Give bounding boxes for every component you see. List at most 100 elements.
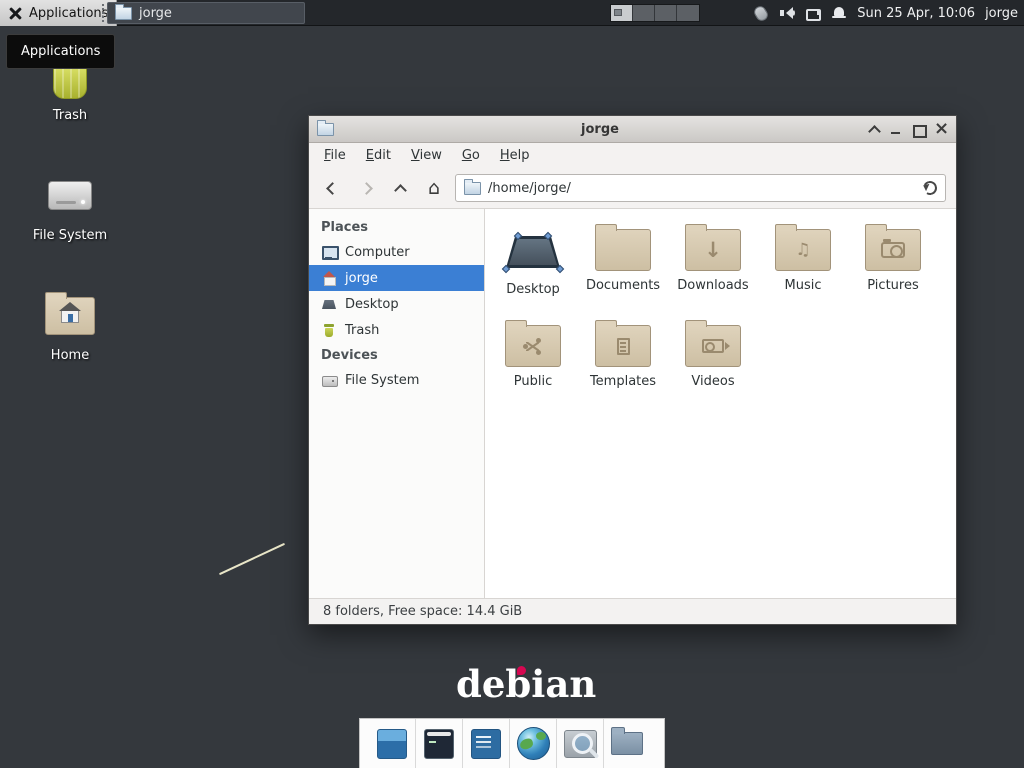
launcher-terminal[interactable] xyxy=(416,719,462,768)
workspace-4[interactable] xyxy=(677,5,699,21)
places-header: Places xyxy=(309,215,484,239)
minimize-button[interactable] xyxy=(888,121,904,137)
path-text: /home/jorge/ xyxy=(488,181,571,196)
applications-menu-label: Applications xyxy=(29,6,108,21)
applications-tooltip: Applications xyxy=(6,34,115,69)
projector-emblem-icon xyxy=(702,339,724,353)
user-desktop-icon xyxy=(503,229,563,275)
menu-help[interactable]: Help xyxy=(491,145,539,166)
window-icon xyxy=(377,729,407,759)
forward-icon xyxy=(360,182,373,195)
menu-bar: File Edit View Go Help xyxy=(309,143,956,168)
reload-button[interactable] xyxy=(921,179,938,196)
document-emblem-icon xyxy=(617,338,630,355)
workspace-3[interactable] xyxy=(655,5,677,21)
file-item-documents[interactable]: Documents xyxy=(578,221,668,317)
back-icon xyxy=(326,182,339,195)
back-button[interactable] xyxy=(319,175,345,201)
workspace-switcher xyxy=(610,4,700,22)
computer-icon xyxy=(321,244,337,260)
home-button[interactable]: ⌂ xyxy=(421,175,447,201)
camera-emblem-icon xyxy=(881,242,905,258)
launcher-web-browser[interactable] xyxy=(510,719,556,768)
folder-icon xyxy=(685,325,741,367)
bottom-dock xyxy=(359,718,665,768)
launcher-show-desktop[interactable] xyxy=(369,719,415,768)
battery-icon[interactable] xyxy=(805,5,821,21)
path-input[interactable]: /home/jorge/ xyxy=(455,174,946,202)
mouse-icon[interactable] xyxy=(752,3,770,22)
desktop-icon-label: Home xyxy=(51,348,89,363)
sidebar-item-jorge[interactable]: jorge xyxy=(309,265,484,291)
sidebar-item-desktop[interactable]: Desktop xyxy=(309,291,484,317)
window-icon xyxy=(317,123,334,136)
sidebar: Places Computer jorge Desktop Trash xyxy=(309,209,485,598)
launcher-console[interactable] xyxy=(463,719,509,768)
debian-swirl-icon xyxy=(517,666,526,675)
app-finder-icon xyxy=(564,730,597,758)
file-manager-icon xyxy=(611,732,643,755)
stray-line xyxy=(219,543,285,575)
drive-icon xyxy=(47,179,93,213)
folder-icon: ↓ xyxy=(685,229,741,271)
desktop-icon xyxy=(321,296,337,312)
up-icon xyxy=(394,184,407,197)
up-button[interactable] xyxy=(387,175,413,201)
launcher-file-manager[interactable] xyxy=(604,719,650,768)
file-item-templates[interactable]: Templates xyxy=(578,317,668,413)
file-item-music[interactable]: ♫ Music xyxy=(758,221,848,317)
window-title: jorge xyxy=(340,122,860,137)
forward-button[interactable] xyxy=(353,175,379,201)
file-manager-window: jorge File Edit View Go Help ⌂ /home/jor… xyxy=(308,115,957,625)
panel-tray: Sun 25 Apr, 10:06 jorge xyxy=(753,0,1018,26)
trash-icon xyxy=(321,322,337,338)
applications-menu-icon xyxy=(8,6,23,21)
toolbar: ⌂ /home/jorge/ xyxy=(309,168,956,209)
desktop-icon-label: File System xyxy=(33,228,107,243)
menu-view[interactable]: View xyxy=(402,145,451,166)
desktop-icon-home[interactable]: Home xyxy=(22,292,118,363)
workspace-1[interactable] xyxy=(611,5,633,21)
arrow-down-emblem-icon: ↓ xyxy=(704,240,722,261)
workspace-2[interactable] xyxy=(633,5,655,21)
panel-handle xyxy=(102,4,104,22)
web-browser-icon xyxy=(517,727,550,760)
file-item-public[interactable]: Public xyxy=(488,317,578,413)
notification-bell-icon[interactable] xyxy=(831,5,847,21)
terminal-icon xyxy=(424,729,454,759)
volume-icon[interactable] xyxy=(779,5,795,21)
taskbar-button[interactable]: jorge xyxy=(107,2,305,24)
user-menu[interactable]: jorge xyxy=(985,6,1018,21)
sidebar-item-trash[interactable]: Trash xyxy=(309,317,484,343)
sidebar-item-file-system[interactable]: File System xyxy=(309,367,484,393)
file-item-pictures[interactable]: Pictures xyxy=(848,221,938,317)
status-bar: 8 folders, Free space: 14.4 GiB xyxy=(309,598,956,624)
launcher-app-finder[interactable] xyxy=(557,719,603,768)
shade-button[interactable] xyxy=(866,121,882,137)
home-icon: ⌂ xyxy=(428,179,440,198)
file-item-desktop[interactable]: Desktop xyxy=(488,221,578,317)
devices-header: Devices xyxy=(309,343,484,367)
folder-icon xyxy=(595,229,651,271)
file-item-downloads[interactable]: ↓ Downloads xyxy=(668,221,758,317)
desktop-icon-file-system[interactable]: File System xyxy=(22,172,118,243)
close-button[interactable] xyxy=(932,121,948,137)
console-icon xyxy=(471,729,501,759)
folder-icon xyxy=(595,325,651,367)
menu-edit[interactable]: Edit xyxy=(357,145,400,166)
window-content: Places Computer jorge Desktop Trash xyxy=(309,209,956,598)
window-titlebar[interactable]: jorge xyxy=(309,116,956,143)
status-text: 8 folders, Free space: 14.4 GiB xyxy=(323,604,522,619)
top-panel: Applications jorge Sun 25 Apr, 10:06 jor… xyxy=(0,0,1024,26)
house-icon xyxy=(61,310,79,323)
clock[interactable]: Sun 25 Apr, 10:06 xyxy=(857,6,975,21)
maximize-button[interactable] xyxy=(910,121,926,137)
menu-file[interactable]: File xyxy=(315,145,355,166)
debian-logo: debian xyxy=(456,662,596,706)
file-view: Desktop Documents ↓ Downloads ♫ Music Pi… xyxy=(485,209,956,598)
folder-icon: ♫ xyxy=(775,229,831,271)
sidebar-item-computer[interactable]: Computer xyxy=(309,239,484,265)
applications-menu-button[interactable]: Applications xyxy=(0,0,117,26)
file-item-videos[interactable]: Videos xyxy=(668,317,758,413)
menu-go[interactable]: Go xyxy=(453,145,489,166)
